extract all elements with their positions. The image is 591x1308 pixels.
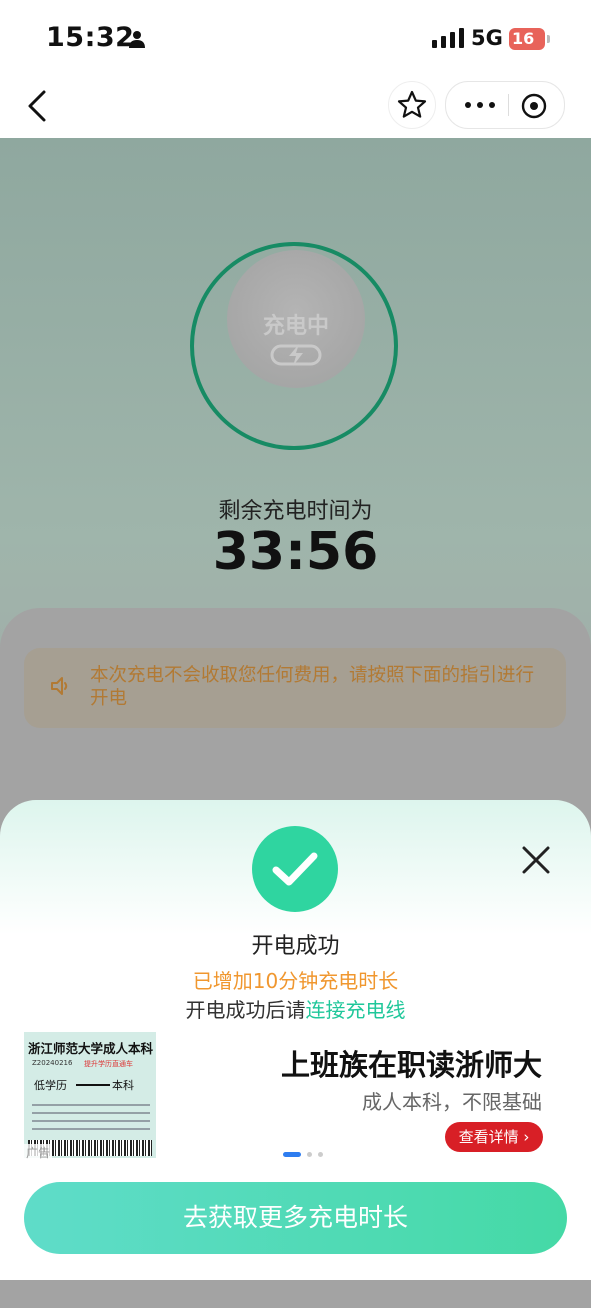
carousel-dot-active — [283, 1152, 301, 1157]
charging-indicator: 充电中 — [227, 250, 365, 388]
ad-image-to: 本科 — [112, 1079, 134, 1092]
close-icon[interactable] — [520, 844, 552, 876]
charging-state: 充电中 — [262, 314, 329, 339]
remaining-time: 33:56 — [212, 522, 379, 582]
star-icon — [397, 90, 427, 118]
success-sheet: 开电成功 已增加10分钟充电时长 开电成功后请连接充电线 浙江师范大学成人本科 … — [0, 800, 591, 1280]
nav-bar — [0, 78, 591, 138]
connect-hint: 开电成功后请连接充电线 — [0, 994, 591, 1023]
ad-image-title: 浙江师范大学成人本科 — [28, 1041, 154, 1056]
arrow-icon — [76, 1084, 110, 1086]
close-circle-icon[interactable] — [520, 92, 548, 120]
ad-image-fine-print — [32, 1104, 150, 1130]
person-icon — [129, 31, 145, 48]
get-more-time-button[interactable]: 去获取更多充电时长 — [24, 1182, 567, 1254]
hint-prefix: 开电成功后请 — [185, 998, 306, 1022]
connect-cable-link[interactable]: 连接充电线 — [306, 998, 406, 1022]
remaining-label: 剩余充电时间为 — [218, 499, 373, 524]
success-title: 开电成功 — [251, 934, 340, 959]
capsule-divider — [508, 94, 509, 116]
success-check — [252, 826, 338, 912]
status-bar: 15:32 5G 16 — [0, 0, 591, 78]
back-icon[interactable] — [20, 84, 56, 128]
more-icon[interactable] — [460, 92, 500, 118]
ad-detail-label: 查看详情 — [458, 1128, 519, 1146]
favorite-button[interactable] — [388, 81, 436, 129]
ad-image[interactable]: 浙江师范大学成人本科 Z20240216 提升学历直通车 低学历 本科 — [24, 1032, 156, 1158]
charging-bolt-icon — [270, 344, 322, 366]
ad-image-code: Z20240216 — [32, 1059, 73, 1067]
mini-program-capsule — [445, 81, 565, 129]
ad-title[interactable]: 上班族在职读浙师大 — [168, 1042, 542, 1084]
added-time-text: 已增加10分钟充电时长 — [192, 969, 399, 993]
check-icon — [272, 852, 318, 886]
carousel-dot — [318, 1152, 323, 1157]
network-type: 5G — [471, 26, 503, 50]
battery-level: 16 — [512, 29, 535, 48]
notice-text: 本次充电不会收取您任何费用，请按照下面的指引进行开电 — [90, 665, 535, 709]
notice-banner: 本次充电不会收取您任何费用，请按照下面的指引进行开电 — [24, 648, 566, 728]
ad-subtitle: 成人本科，不限基础 — [362, 1090, 542, 1114]
ad-detail-button[interactable]: 查看详情 › — [445, 1122, 543, 1152]
ad-image-tag: 提升学历直通车 — [84, 1060, 133, 1068]
status-time: 15:32 — [46, 22, 135, 53]
ad-label: 广告 — [24, 1144, 53, 1161]
ad-image-from: 低学历 — [34, 1079, 67, 1092]
battery-indicator: 16 — [509, 28, 551, 50]
carousel-dot — [307, 1152, 312, 1157]
signal-icon — [432, 28, 464, 48]
speaker-icon — [51, 677, 68, 695]
carousel-dots — [283, 1152, 327, 1158]
